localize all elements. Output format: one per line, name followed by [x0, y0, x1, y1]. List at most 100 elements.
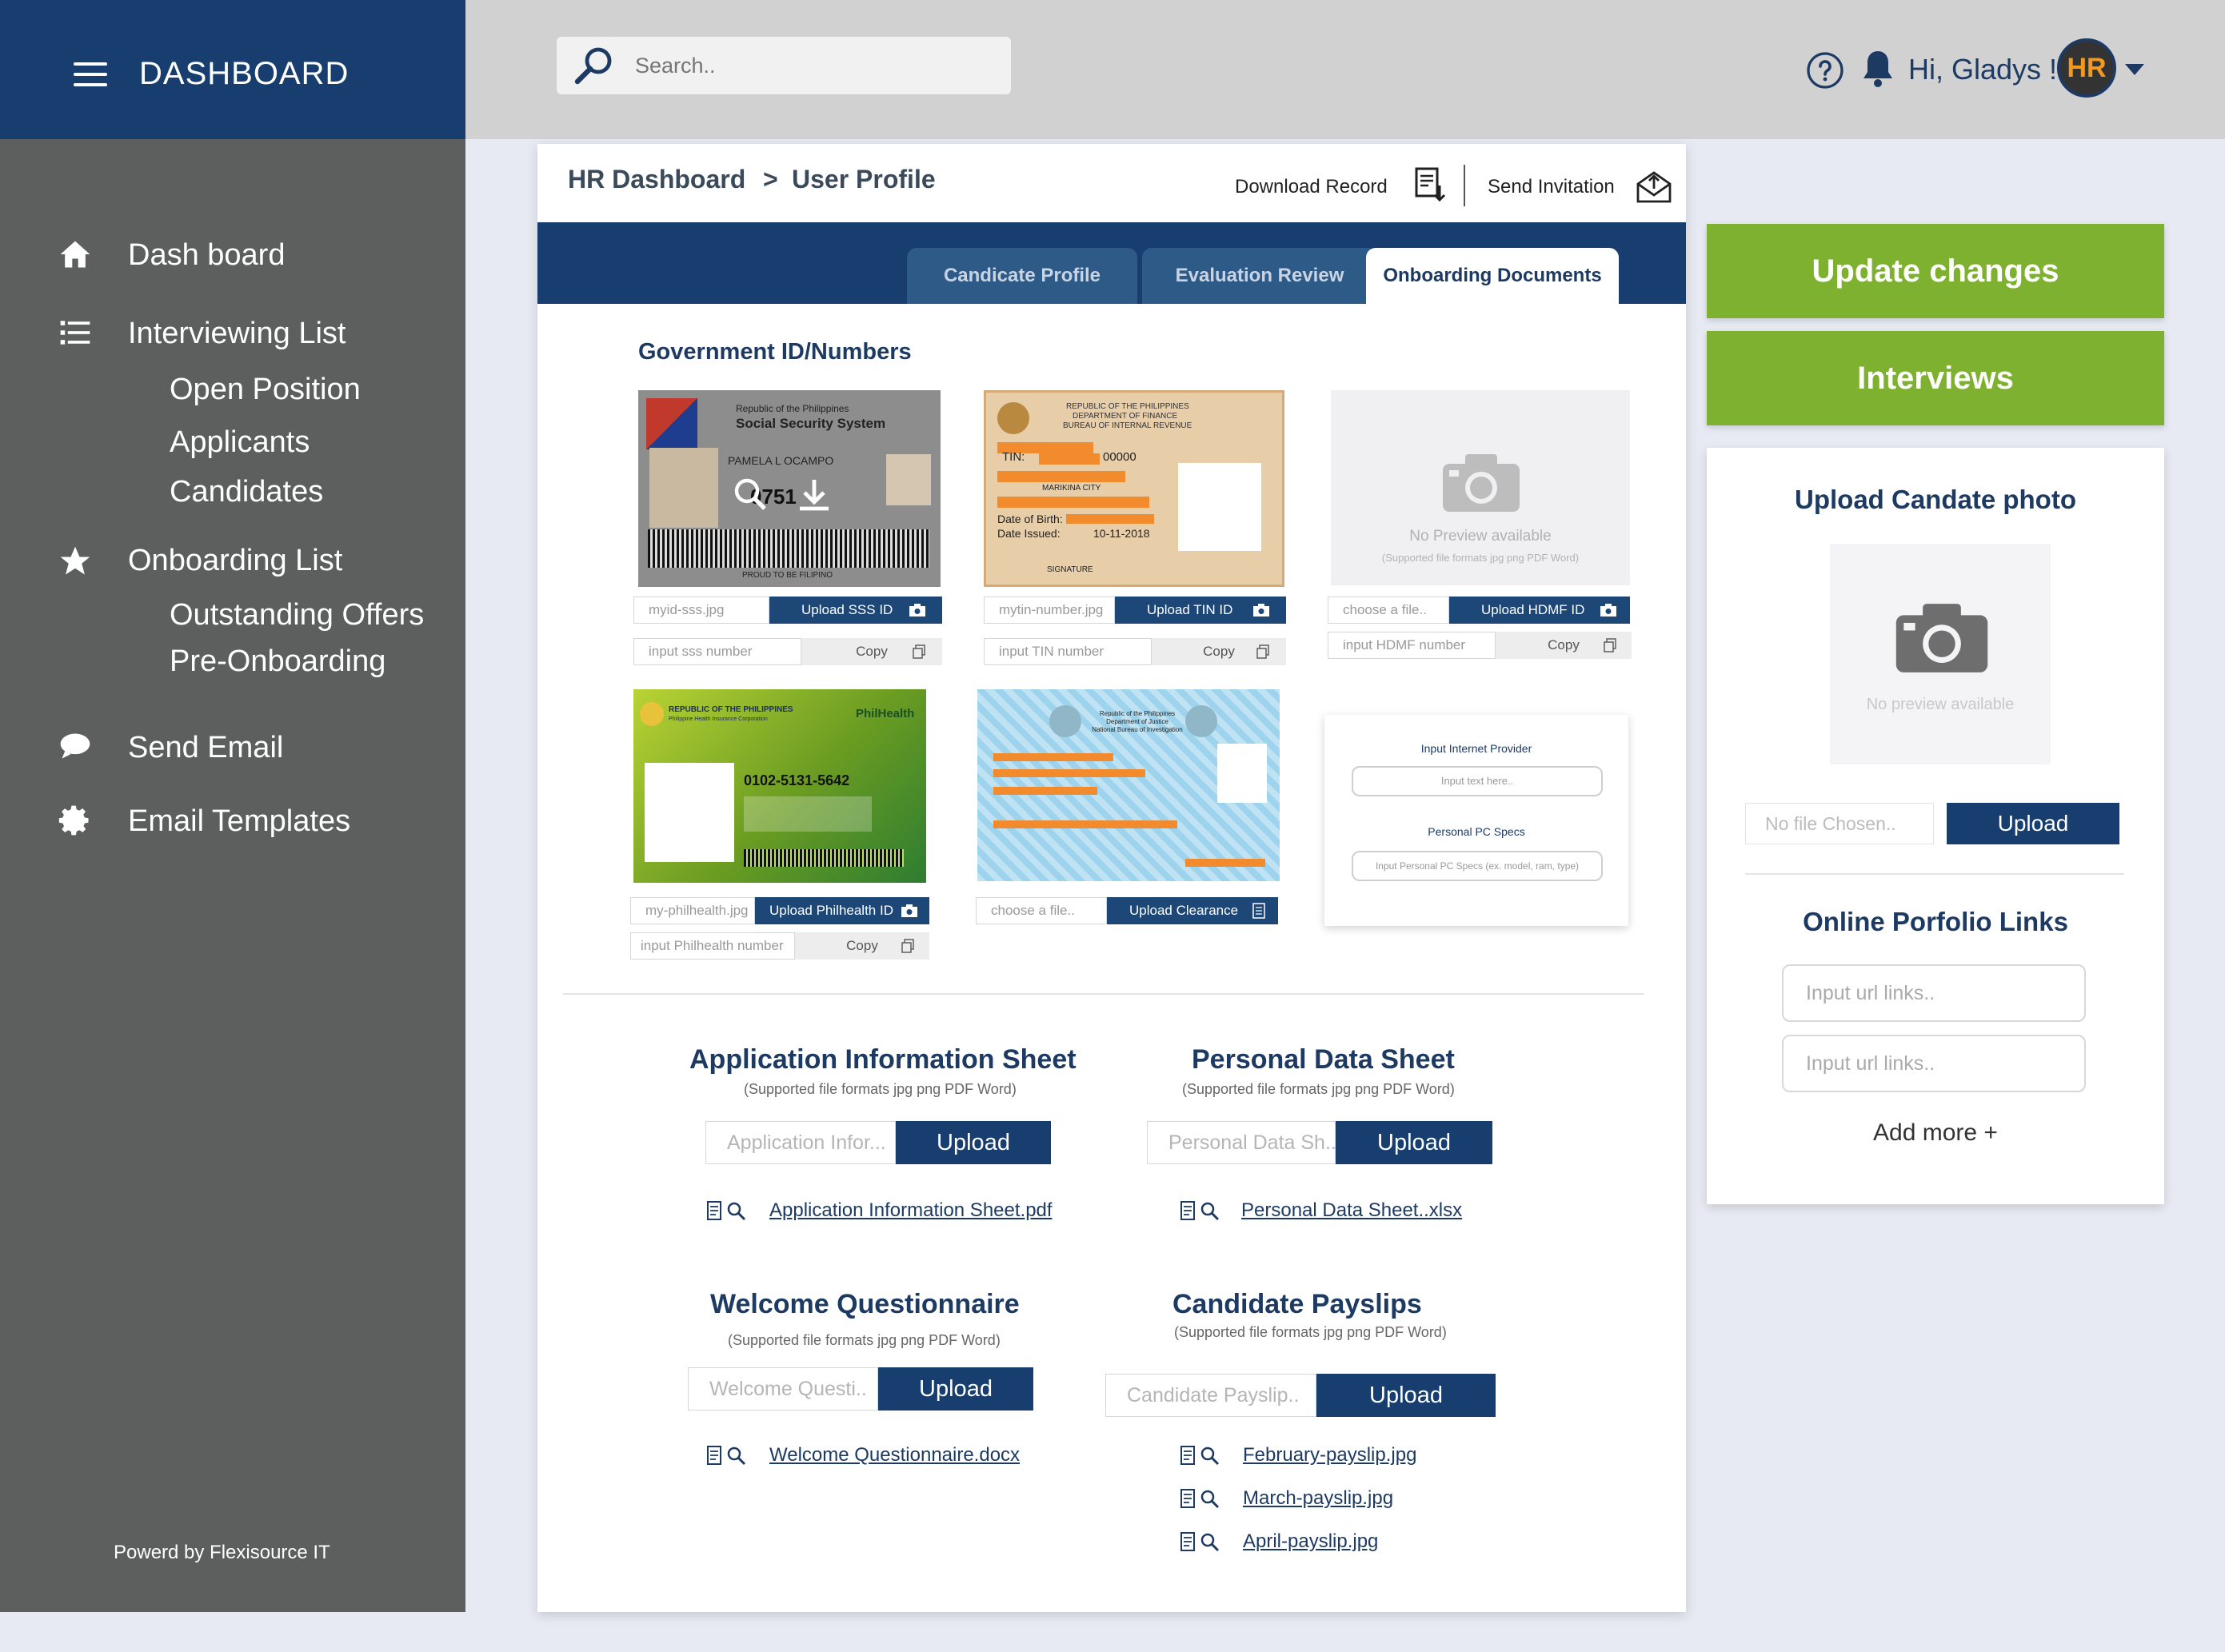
breadcrumb-current: User Profile	[792, 165, 936, 194]
breadcrumb-root[interactable]: HR Dashboard	[568, 165, 745, 194]
sidebar-item-onboarding-list[interactable]: Onboarding List	[128, 544, 342, 578]
file-link[interactable]: Application Information Sheet.pdf	[769, 1199, 1053, 1222]
doc-title-personal-data: Personal Data Sheet	[1192, 1044, 1455, 1075]
update-changes-button[interactable]: Update changes	[1707, 224, 2164, 318]
philhealth-file-name[interactable]: my-philhealth.jpg	[630, 897, 755, 924]
application-info-upload-button[interactable]: Upload	[896, 1121, 1051, 1164]
envelope-upload-icon[interactable]	[1635, 168, 1673, 205]
redaction-bar	[997, 471, 1125, 482]
download-record-button[interactable]: Download Record	[1235, 176, 1388, 198]
photo-file-input[interactable]: No file Chosen..	[1745, 803, 1934, 844]
isp-label: Input Internet Provider	[1420, 742, 1532, 755]
file-view-icon[interactable]	[1179, 1444, 1227, 1468]
tab-evaluation-review[interactable]: Evaluation Review	[1142, 248, 1377, 304]
file-link[interactable]: Personal Data Sheet..xlsx	[1241, 1199, 1462, 1222]
copy-sss-button[interactable]: Copy	[801, 638, 942, 665]
tin-file-name[interactable]: mytin-number.jpg	[984, 597, 1115, 624]
hdmf-number-input[interactable]: input HDMF number	[1328, 632, 1496, 659]
tin-portrait	[1178, 463, 1261, 551]
photo-upload-button[interactable]: Upload	[1947, 803, 2119, 844]
user-avatar[interactable]: HR	[2057, 38, 2116, 98]
welcome-questionnaire-upload-button[interactable]: Upload	[878, 1367, 1033, 1411]
sss-card-header: Republic of the Philippines	[736, 403, 849, 414]
interviews-button[interactable]: Interviews	[1707, 331, 2164, 425]
copy-icon	[913, 644, 925, 659]
tin-id-preview[interactable]: REPUBLIC OF THE PHILIPPINES DEPARTMENT O…	[984, 390, 1284, 587]
sidebar-item-send-email[interactable]: Send Email	[128, 731, 283, 765]
camera-small-icon	[909, 604, 925, 617]
zoom-preview-icon[interactable]	[731, 475, 769, 513]
file-link[interactable]: March-payslip.jpg	[1243, 1487, 1393, 1510]
file-view-icon[interactable]	[1179, 1487, 1227, 1511]
file-view-icon[interactable]	[1179, 1199, 1227, 1223]
philhealth-portrait	[645, 763, 734, 862]
nbi-card-l2: Department of Justice	[1106, 718, 1168, 725]
hamburger-menu-icon[interactable]	[74, 62, 107, 86]
user-greeting: Hi, Gladys !	[1908, 53, 2058, 86]
avatar-text: HR	[2067, 52, 2107, 83]
sidebar-subitem-open-position[interactable]: Open Position	[170, 373, 361, 407]
sidebar-item-email-templates[interactable]: Email Templates	[128, 804, 350, 839]
upload-hdmf-button[interactable]: Upload HDMF ID	[1449, 597, 1630, 624]
philhealth-card-l2: Philippine Health Insurance Corporation	[669, 716, 768, 722]
copy-hdmf-button[interactable]: Copy	[1496, 632, 1632, 659]
candidate-payslips-file-input[interactable]: Candidate Payslip..	[1105, 1374, 1316, 1417]
personal-data-file-input[interactable]: Personal Data Sh..	[1147, 1121, 1336, 1164]
application-info-file-input[interactable]: Application Infor...	[705, 1121, 896, 1164]
bell-icon[interactable]	[1860, 48, 1895, 90]
hdmf-file-name[interactable]: choose a file..	[1328, 597, 1449, 624]
sidebar-subitem-applicants[interactable]: Applicants	[170, 425, 310, 460]
sss-barcode	[648, 529, 929, 568]
nbi-clearance-preview[interactable]: Republic of the Philippines Department o…	[977, 689, 1280, 881]
welcome-questionnaire-file-input[interactable]: Welcome Questi..	[688, 1367, 878, 1411]
personal-data-upload-button[interactable]: Upload	[1336, 1121, 1492, 1164]
file-view-icon[interactable]	[1179, 1530, 1227, 1554]
add-more-link[interactable]: Add more +	[1707, 1119, 2164, 1147]
tab-candidate-profile[interactable]: Candicate Profile	[907, 248, 1137, 304]
download-document-icon[interactable]	[1414, 166, 1446, 205]
search-input[interactable]	[635, 51, 987, 80]
copy-philhealth-button[interactable]: Copy	[795, 932, 929, 960]
file-view-icon[interactable]	[705, 1199, 753, 1223]
isp-input[interactable]: Input text here..	[1352, 766, 1603, 796]
send-invitation-button[interactable]: Send Invitation	[1488, 176, 1615, 198]
photo-no-preview-text: No preview available	[1866, 696, 2015, 713]
upload-clearance-button[interactable]: Upload Clearance	[1107, 897, 1278, 924]
pc-specs-input[interactable]: Input Personal PC Specs (ex. model, ram,…	[1352, 851, 1603, 881]
file-link[interactable]: Welcome Questionnaire.docx	[769, 1444, 1020, 1466]
tab-onboarding-documents[interactable]: Onboarding Documents	[1366, 248, 1619, 304]
copy-tin-button[interactable]: Copy	[1152, 638, 1286, 665]
upload-sss-button[interactable]: Upload SSS ID	[769, 597, 942, 624]
hdmf-id-preview[interactable]: No Preview available (Supported file for…	[1331, 390, 1630, 585]
portfolio-url-input[interactable]: Input url links..	[1782, 964, 2086, 1022]
upload-philhealth-button[interactable]: Upload Philhealth ID	[755, 897, 929, 924]
tin-card-l3: BUREAU OF INTERNAL REVENUE	[1063, 421, 1192, 430]
tin-city: MARIKINA CITY	[1042, 484, 1101, 493]
sidebar-subitem-pre-onboarding[interactable]: Pre-Onboarding	[170, 644, 385, 679]
file-link[interactable]: April-payslip.jpg	[1243, 1530, 1378, 1553]
sidebar-subitem-outstanding-offers[interactable]: Outstanding Offers	[170, 598, 424, 632]
download-icon[interactable]	[795, 475, 833, 513]
sidebar-item-interviewing-list[interactable]: Interviewing List	[128, 317, 346, 351]
file-link[interactable]: February-payslip.jpg	[1243, 1444, 1416, 1466]
sss-number-input[interactable]: input sss number	[633, 638, 801, 665]
tin-number: 00000	[1103, 450, 1136, 464]
help-icon[interactable]	[1806, 51, 1844, 90]
section-divider	[563, 993, 1644, 995]
chevron-down-icon[interactable]	[2124, 62, 2145, 77]
search-icon[interactable]	[571, 45, 616, 86]
portfolio-url-input[interactable]: Input url links..	[1782, 1035, 2086, 1092]
sss-id-preview[interactable]: Republic of the Philippines Social Secur…	[638, 390, 941, 587]
sss-file-name[interactable]: myid-sss.jpg	[633, 597, 769, 624]
nbi-file-name[interactable]: choose a file..	[976, 897, 1107, 924]
tin-card-l1: REPUBLIC OF THE PHILIPPINES	[1066, 402, 1189, 411]
candidate-payslips-upload-button[interactable]: Upload	[1316, 1374, 1496, 1417]
sidebar-item-dashboard[interactable]: Dash board	[128, 238, 285, 273]
tin-number-input[interactable]: input TIN number	[984, 638, 1152, 665]
philhealth-number-input[interactable]: input Philhealth number	[630, 932, 795, 960]
doc-title-application-info: Application Information Sheet	[689, 1044, 1077, 1075]
sidebar-subitem-candidates[interactable]: Candidates	[170, 475, 323, 509]
file-view-icon[interactable]	[705, 1444, 753, 1468]
philhealth-id-preview[interactable]: REPUBLIC OF THE PHILIPPINES Philippine H…	[633, 689, 926, 883]
upload-tin-button[interactable]: Upload TIN ID	[1115, 597, 1286, 624]
